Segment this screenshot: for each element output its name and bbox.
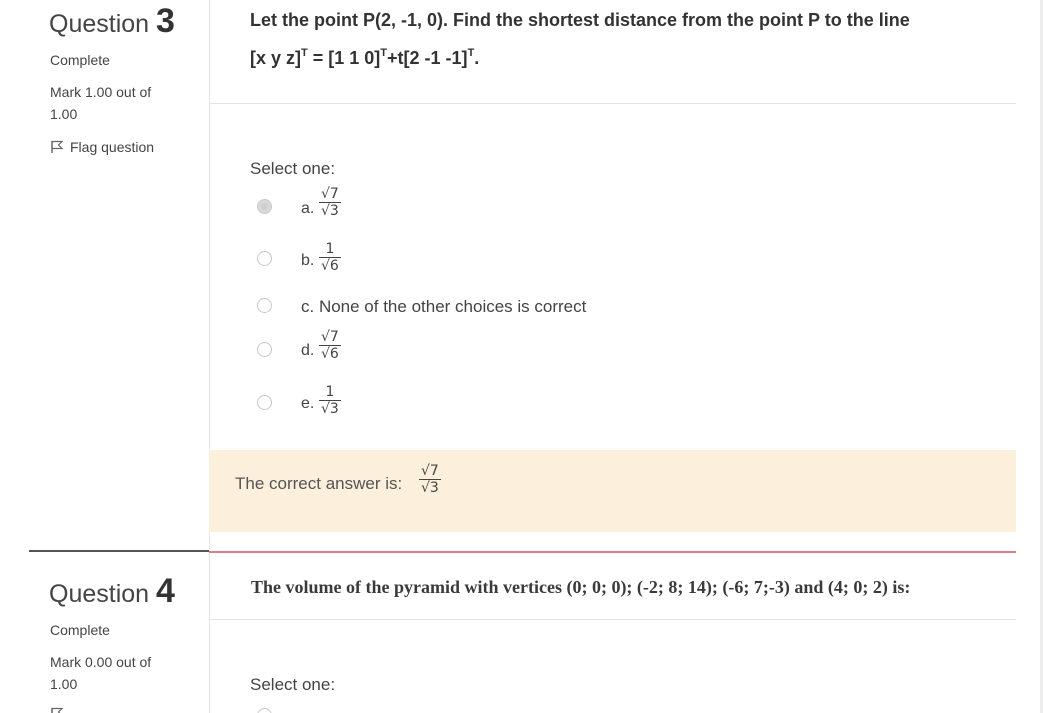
flag-icon bbox=[50, 707, 64, 713]
option-e-radio[interactable] bbox=[257, 395, 272, 410]
numerator: √7 bbox=[421, 463, 439, 479]
correct-answer-feedback: The correct answer is: √7 √3 bbox=[209, 450, 1016, 532]
flag-question-link[interactable]: Flag question bbox=[50, 139, 154, 155]
numerator: √7 bbox=[321, 329, 339, 345]
question-4-content: The volume of the pyramid with vertices … bbox=[209, 553, 1016, 713]
numerator: 1 bbox=[325, 384, 335, 400]
question-text-line-1: Let the point P(2, -1, 0). Find the shor… bbox=[250, 10, 910, 30]
denominator: √3 bbox=[321, 401, 339, 417]
question-text: The volume of the pyramid with vertices … bbox=[251, 577, 911, 597]
question-grade: Mark 1.00 out of 1.00 bbox=[50, 84, 152, 122]
select-one-prompt: Select one: bbox=[250, 675, 336, 694]
question-4-info: Question 4 Complete Mark 0.00 out of 1.0… bbox=[29, 553, 209, 713]
option-a-radio[interactable] bbox=[257, 708, 272, 713]
select-one-prompt: Select one: bbox=[250, 159, 336, 178]
text-part: [x y z] bbox=[250, 48, 302, 68]
question-label: Question bbox=[49, 580, 150, 608]
option-c-text: c. None of the other choices is correct bbox=[301, 297, 587, 316]
numerator: 1 bbox=[325, 241, 335, 257]
option-c-radio[interactable] bbox=[257, 298, 272, 313]
text-part: +t[2 -1 -1] bbox=[387, 48, 468, 68]
option-d-fraction: √7 √6 bbox=[319, 330, 341, 361]
correct-answer-label: The correct answer is: bbox=[235, 474, 403, 493]
flag-icon bbox=[50, 140, 64, 154]
option-d-letter: d. bbox=[301, 342, 315, 359]
superscript: T bbox=[301, 47, 308, 59]
divider bbox=[209, 619, 1016, 620]
flag-question-link[interactable] bbox=[50, 707, 64, 713]
option-a-radio[interactable] bbox=[257, 199, 272, 214]
denominator: √6 bbox=[321, 258, 339, 274]
superscript: T bbox=[380, 47, 388, 59]
quiz-review-page: Question 3 Complete Mark 1.00 out of 1.0… bbox=[0, 0, 1043, 713]
option-b-radio[interactable] bbox=[257, 251, 272, 266]
question-4-title: Question 4 bbox=[49, 572, 175, 611]
denominator: √6 bbox=[321, 346, 339, 362]
denominator: √3 bbox=[321, 203, 339, 219]
question-number: 3 bbox=[156, 2, 175, 40]
divider bbox=[209, 103, 1016, 104]
question-label: Question bbox=[49, 10, 150, 38]
question-text-line-2: [x y z]T = [1 1 0]T+t[2 -1 -1]T. bbox=[250, 47, 480, 69]
question-3-title: Question 3 bbox=[49, 2, 175, 41]
denominator: √3 bbox=[421, 480, 439, 496]
question-separator-left bbox=[29, 550, 209, 552]
option-b-letter: b. bbox=[301, 252, 315, 269]
correct-answer-fraction: √7 √3 bbox=[419, 464, 441, 495]
option-a-letter: a. bbox=[301, 200, 315, 217]
flag-question-label: Flag question bbox=[70, 139, 155, 155]
question-3-content: Let the point P(2, -1, 0). Find the shor… bbox=[209, 0, 1016, 550]
option-b-fraction: 1 √6 bbox=[319, 242, 341, 273]
question-state: Complete bbox=[50, 622, 110, 638]
option-e-letter: e. bbox=[301, 395, 315, 412]
numerator: √7 bbox=[321, 186, 339, 202]
superscript: T bbox=[467, 47, 475, 59]
question-grade: Mark 0.00 out of 1.00 bbox=[50, 654, 152, 692]
option-d-radio[interactable] bbox=[257, 342, 272, 357]
question-state: Complete bbox=[50, 52, 110, 68]
text-part: . bbox=[474, 48, 480, 68]
question-number: 4 bbox=[156, 572, 175, 610]
option-e-fraction: 1 √3 bbox=[319, 385, 341, 416]
question-3-info: Question 3 Complete Mark 1.00 out of 1.0… bbox=[29, 0, 209, 550]
text-part: = [1 1 0] bbox=[307, 48, 381, 68]
option-a-fraction: √7 √3 bbox=[319, 187, 341, 218]
